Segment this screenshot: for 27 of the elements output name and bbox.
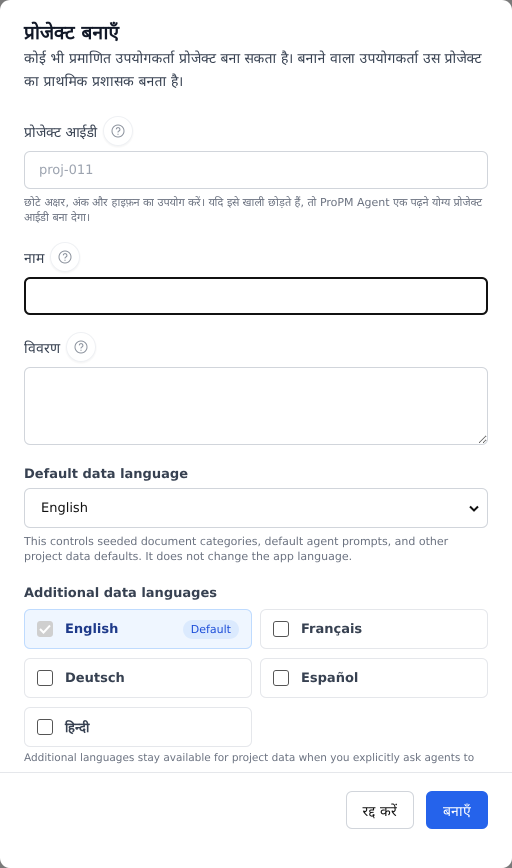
field-hint: This controls seeded document categories, default agent prompts, and other project data defaults. It does not change the app language. [24, 534, 450, 564]
default-badge: Default [182, 620, 239, 638]
field-hint: Additional languages stay available for project data when you explicitly ask agents to [24, 751, 476, 766]
checkbox[interactable] [273, 621, 289, 637]
input-field[interactable] [24, 277, 488, 315]
help-icon[interactable] [66, 332, 96, 362]
field-label: Additional data languages [24, 586, 218, 601]
checkbox[interactable] [37, 719, 53, 735]
help-icon[interactable] [103, 116, 134, 146]
language-select[interactable]: English [24, 488, 488, 528]
field-label: प्रोजेक्ट आईडी [24, 124, 98, 140]
language-option[interactable]: Deutsch [24, 658, 252, 698]
field-label: Default data language [24, 467, 190, 482]
field-label: विवरण [24, 340, 60, 356]
chevron-down-icon [469, 504, 479, 512]
dialog-title: प्रोजेक्ट बनाएँ [24, 20, 121, 46]
cancel-button[interactable]: रद्द करें [346, 791, 414, 829]
language-option[interactable]: Español [260, 658, 488, 698]
language-option[interactable]: Français [260, 609, 488, 649]
language-option[interactable]: हिन्दी [24, 707, 252, 747]
checkbox[interactable] [37, 670, 53, 686]
help-icon[interactable] [50, 242, 80, 272]
create-button[interactable]: बनाएँ [426, 791, 488, 829]
checkbox[interactable] [273, 670, 289, 686]
dialog-description: कोई भी प्रमाणित उपयोगकर्ता प्रोजेक्ट बना सकता है। बनाने वाला उपयोगकर्ता उस प्रोजेक्ट का प्राथमिक प्रशासक बनता है। [24, 50, 483, 92]
field-label: नाम [24, 250, 44, 266]
field-hint: छोटे अक्षर, अंक और हाइफ़न का उपयोग करें। यदि इसे खाली छोड़ते हैं, तो ProPM Agent एक पढ़ने योग्य प्रोजेक्ट आईडी बना देगा। [24, 195, 484, 225]
